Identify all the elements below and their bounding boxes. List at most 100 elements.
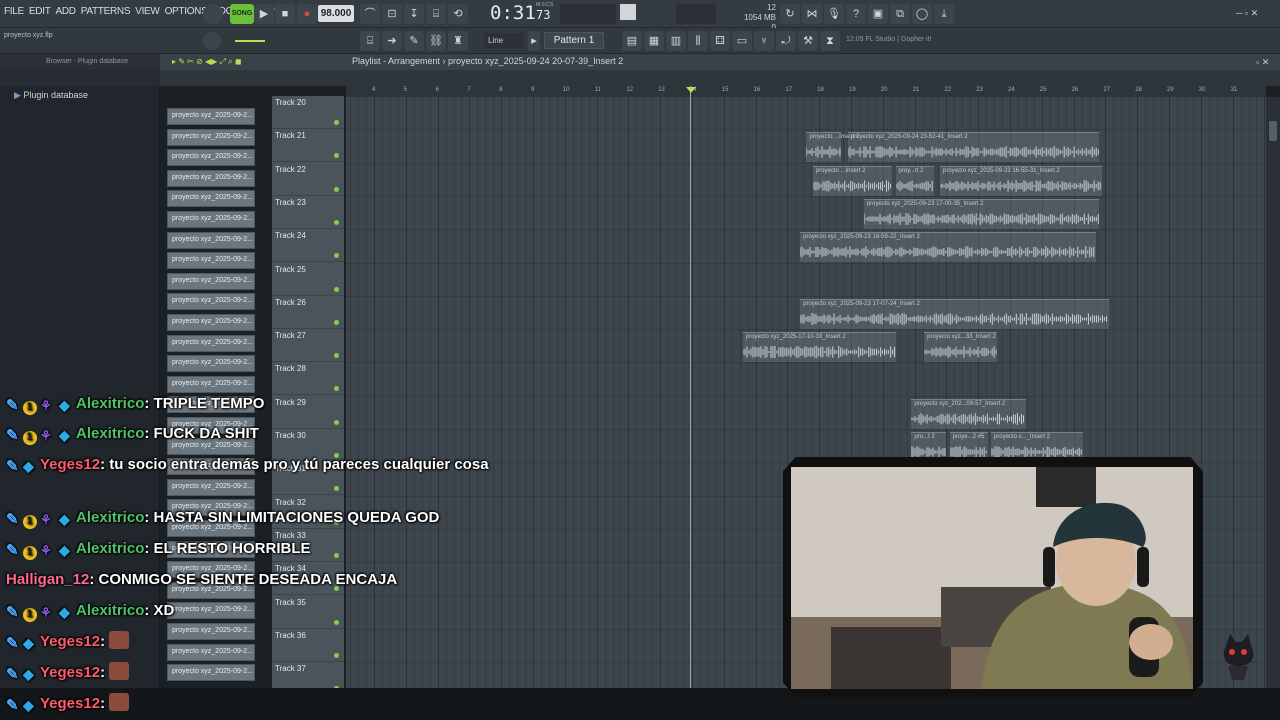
mixer-icon[interactable]: ⋈ bbox=[802, 4, 822, 24]
browser-window-icon[interactable]: ▭ bbox=[732, 31, 752, 51]
window-controls[interactable]: ─ ▫ ✕ bbox=[1236, 8, 1258, 19]
pattern-item[interactable]: proyecto xyz_2025-09-2... bbox=[167, 293, 255, 311]
pattern-item[interactable]: proyecto xyz_2025-09-2... bbox=[167, 355, 255, 373]
menu-item-view[interactable]: VIEW bbox=[135, 6, 160, 17]
chat-username[interactable]: Alexitrico bbox=[76, 425, 144, 442]
wrench-icon[interactable]: ⚒ bbox=[798, 31, 818, 51]
pattern-item[interactable]: proyecto xyz_2025-09-2... bbox=[167, 375, 255, 393]
playhead-marker-icon[interactable] bbox=[686, 87, 696, 93]
track-header[interactable]: Track 22 bbox=[272, 163, 344, 196]
tempo-tapper-icon[interactable]: ⧗ bbox=[820, 31, 840, 51]
undo-history-icon[interactable]: ↻ bbox=[780, 4, 800, 24]
track-header[interactable]: Track 26 bbox=[272, 296, 344, 329]
pattern-item[interactable]: proyecto xyz_2025-09-2... bbox=[167, 169, 255, 187]
arrow-icon[interactable]: ➜ bbox=[382, 31, 402, 51]
track-enable-led[interactable] bbox=[334, 286, 339, 292]
stop-icon[interactable]: ■ bbox=[275, 4, 295, 24]
chat-username[interactable]: Alexitrico bbox=[76, 395, 144, 412]
brush-icon[interactable]: ✎ bbox=[404, 31, 424, 51]
pattern-item[interactable]: proyecto xyz_2025-09-2... bbox=[167, 272, 255, 290]
chat-username[interactable]: Alexitrico bbox=[76, 540, 144, 557]
track-enable-led[interactable] bbox=[334, 486, 339, 492]
touch-controller-icon[interactable]: ⤾ bbox=[776, 31, 796, 51]
playlist-tools[interactable]: ▸ ✎ ✂ ⊘ ◀▶ ⤢ ⌕ ◼ bbox=[172, 57, 242, 67]
track-header[interactable]: Track 20 bbox=[272, 96, 344, 129]
piano-roll-icon[interactable]: ⌸ bbox=[360, 31, 380, 51]
audio-clip[interactable]: proyecto xyz_2025-09-23 16-55-31_Insert … bbox=[940, 165, 1103, 196]
pattern-item[interactable]: proyecto xyz_2025-09-2... bbox=[167, 128, 255, 146]
help-icon[interactable]: ? bbox=[846, 4, 866, 24]
audio-clip[interactable]: proyecto xyz_2025-09-23 17-07-24_Insert … bbox=[800, 298, 1109, 329]
pattern-item[interactable]: proyecto xyz_2025-09-2... bbox=[167, 252, 255, 270]
audio-clip[interactable]: proyecto xyz_2025-09-23 16-59-22_Insert … bbox=[800, 232, 1096, 263]
link-icon[interactable]: ⛓ bbox=[426, 31, 446, 51]
track-header[interactable]: Track 24 bbox=[272, 229, 344, 263]
menu-item-edit[interactable]: EDIT bbox=[29, 6, 51, 17]
track-enable-led[interactable] bbox=[334, 186, 339, 192]
audio-clip[interactable]: proyecto xyz_2025-17-10-33_Insert 2 bbox=[742, 332, 896, 363]
audio-clip[interactable]: proyecto xyz...33_Insert 2 bbox=[924, 332, 998, 363]
timeline-ruler[interactable]: 4 5 6 7 8 9 10 11 12 13 14 15 16 17 18 19 20 21 22 23 24 25 26… bbox=[346, 86, 1266, 97]
menu-item-patterns[interactable]: PATTERNS bbox=[81, 6, 131, 17]
master-pitch-knob[interactable] bbox=[203, 32, 221, 50]
audio-clip[interactable]: proy...rt 2 bbox=[895, 165, 934, 196]
track-enable-led[interactable] bbox=[334, 652, 339, 658]
chat-username[interactable]: Alexitrico bbox=[76, 602, 144, 619]
chat-username[interactable]: Alexitrico bbox=[76, 509, 144, 526]
save-icon[interactable]: ▣ bbox=[868, 4, 888, 24]
track-enable-led[interactable] bbox=[334, 319, 339, 325]
chat-username[interactable]: Yeges12 bbox=[40, 695, 100, 712]
scroll-thumb[interactable] bbox=[1269, 121, 1277, 141]
track-enable-led[interactable] bbox=[334, 253, 339, 259]
track-header[interactable]: Track 21 bbox=[272, 129, 344, 163]
snap-select[interactable]: Line bbox=[484, 33, 524, 48]
record-icon[interactable]: ● bbox=[297, 4, 317, 24]
microphone-icon[interactable]: 🎙 bbox=[824, 4, 844, 24]
pattern-item[interactable]: proyecto xyz_2025-09-2... bbox=[167, 314, 255, 331]
pattern-item[interactable]: proyecto xyz_2025-09-2... bbox=[167, 334, 255, 352]
track-enable-led[interactable] bbox=[334, 219, 339, 225]
metronome-icon[interactable]: ⌒ bbox=[360, 4, 380, 24]
audio-clip[interactable]: proyecto xyz_2025-09-24 23-52-41_Insert … bbox=[847, 132, 1100, 163]
snap-arrow-icon[interactable]: ▸ bbox=[528, 31, 540, 51]
pattern-item[interactable]: proyecto xyz_2025-09-2... bbox=[167, 149, 255, 167]
playlist-icon[interactable]: ▤ bbox=[622, 31, 642, 51]
chat-icon[interactable]: ◯ bbox=[912, 4, 932, 24]
menu-item-options[interactable]: OPTIONS bbox=[165, 6, 208, 17]
step-sequencer-icon[interactable]: ▦ bbox=[644, 31, 664, 51]
track-header[interactable]: Track 27 bbox=[272, 329, 344, 363]
play-icon[interactable]: ▶ bbox=[254, 4, 274, 24]
channel-rack-window-icon[interactable]: ⚃ bbox=[710, 31, 730, 51]
piano-roll-window-icon[interactable]: ▥ bbox=[666, 31, 686, 51]
playhead[interactable] bbox=[690, 86, 691, 688]
chat-username[interactable]: Yeges12 bbox=[40, 664, 100, 681]
track-header[interactable]: Track 28 bbox=[272, 362, 344, 396]
pattern-item[interactable]: proyecto xyz_2025-09-2... bbox=[167, 211, 255, 228]
wait-icon[interactable]: ⊡ bbox=[382, 4, 402, 24]
track-header[interactable]: Track 23 bbox=[272, 196, 344, 229]
track-header[interactable]: Track 25 bbox=[272, 263, 344, 296]
vertical-scrollbar[interactable] bbox=[1266, 97, 1280, 688]
pattern-item[interactable]: proyecto xyz_2025-09-2... bbox=[167, 190, 255, 208]
chat-username[interactable]: Yeges12 bbox=[40, 633, 100, 650]
countdown-icon[interactable]: ↧ bbox=[404, 4, 424, 24]
loop-record-icon[interactable]: ⟲ bbox=[448, 4, 468, 24]
chat-username[interactable]: Halligan_12 bbox=[6, 571, 89, 588]
audio-clip[interactable]: proyecto ...Insert 2 bbox=[806, 132, 859, 163]
plugin-picker-icon[interactable]: ♆ bbox=[754, 31, 774, 51]
browser-item-plugin-database[interactable]: ▶ Plugin database bbox=[14, 90, 88, 101]
master-volume-knob[interactable] bbox=[203, 4, 223, 24]
pattern-item[interactable]: proyecto xyz_2025-09-2... bbox=[167, 231, 255, 249]
mixer-window-icon[interactable]: ⫼ bbox=[688, 31, 708, 51]
channel-rack-icon[interactable]: ⧉ bbox=[890, 4, 910, 24]
pattern-item[interactable]: proyecto xyz_2025-09-2... bbox=[167, 108, 255, 125]
download-icon[interactable]: ⤓ bbox=[934, 4, 954, 24]
pattern-selector[interactable]: Pattern 1 bbox=[544, 32, 604, 49]
tempo-display[interactable]: 98.000 bbox=[318, 5, 354, 22]
track-enable-led[interactable] bbox=[334, 153, 339, 159]
chat-username[interactable]: Yeges12 bbox=[40, 456, 100, 473]
playlist-window-controls[interactable]: ▫ ✕ bbox=[1256, 57, 1269, 68]
pattern-item[interactable]: proyecto xyz_2025-09-2... bbox=[167, 478, 255, 496]
audio-clip[interactable]: proyecto ...Insert 2 bbox=[812, 165, 893, 196]
song-mode-toggle[interactable]: SONG bbox=[230, 4, 254, 24]
